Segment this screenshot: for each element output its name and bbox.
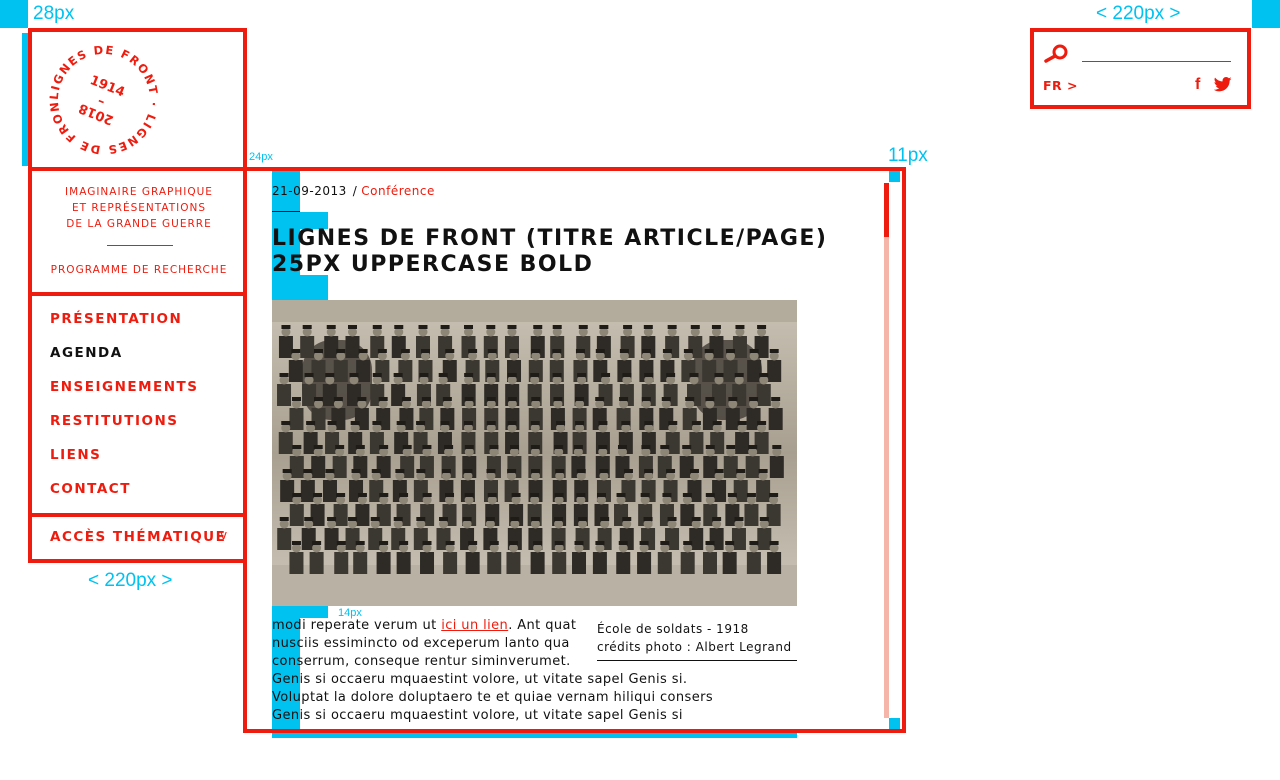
body-text-1a: modi reperate verum ut: [272, 618, 442, 633]
caption-underline: [597, 660, 797, 661]
body-line-6: Genis si occaeru mquaestint volore, ut v…: [272, 708, 683, 723]
search-input[interactable]: [1082, 61, 1231, 62]
nav-item-liens[interactable]: LIENS: [50, 447, 101, 463]
program-label: PROGRAMME DE RECHERCHE: [50, 264, 228, 276]
tagline-line3: DE LA GRANDE GUERRE: [66, 218, 212, 230]
soldiers-photo: [272, 300, 797, 606]
article-date: 21-09-2013: [272, 184, 347, 198]
tagline-line2: ET REPRÉSENTATIONS: [72, 202, 206, 214]
article-title-line2: 25PX UPPERCASE BOLD: [272, 252, 594, 277]
facebook-icon[interactable]: f: [1195, 76, 1200, 94]
annotation-right-panel-width: < 220px >: [1096, 3, 1181, 24]
search-box: [1030, 28, 1251, 109]
site-logo[interactable]: LIGNES DE FRONT · LIGNES DE FRONT · 1914…: [44, 40, 164, 160]
caption-line2: crédits photo : Albert Legrand: [597, 640, 792, 654]
tagline: IMAGINAIRE GRAPHIQUE ET REPRÉSENTATIONS …: [36, 184, 242, 232]
article-meta: 21-09-2013 /Conférence: [272, 184, 435, 198]
annotation-scroll-gap: 11px: [888, 145, 928, 166]
body-line-4: Genis si occaeru mquaestint volore, ut v…: [272, 672, 688, 687]
nav-item-presentation[interactable]: PRÉSENTATION: [50, 311, 182, 327]
photo-caption: École de soldats - 1918 crédits photo : …: [597, 620, 797, 656]
twitter-icon[interactable]: [1213, 77, 1232, 96]
body-line-2: nusciis essimincto od exceperum lanto qu…: [272, 636, 570, 651]
body-line-3: conserrum, conseque rentur siminverumet.: [272, 654, 571, 669]
annotation-left-panel-width: < 220px >: [88, 570, 173, 591]
logo-year-start: 1914: [88, 73, 127, 100]
thematic-access-dropdown[interactable]: ACCÈS THÉMATIQUE: [50, 529, 226, 545]
search-icon[interactable]: [1044, 44, 1070, 68]
tagline-divider: [107, 245, 173, 246]
body-line-5: Voluptat la dolore doluptaero te et quia…: [272, 690, 714, 705]
article-title-line1: LIGNES DE FRONT (TITRE ARTICLE/PAGE): [272, 226, 828, 251]
article-photo: [272, 300, 797, 606]
nav-item-contact[interactable]: CONTACT: [50, 481, 131, 497]
guide-top-left: [0, 0, 28, 28]
annotation-outer-margin: 28px: [33, 3, 75, 24]
scrollbar-thumb[interactable]: [884, 183, 889, 237]
meta-separator: /: [352, 184, 358, 198]
article-category-link[interactable]: Conférence: [361, 184, 435, 198]
body-text-1b: . Ant quat: [508, 618, 577, 633]
meta-underline: [272, 211, 300, 212]
article-title: LIGNES DE FRONT (TITRE ARTICLE/PAGE) 25P…: [272, 226, 832, 278]
nav-item-enseignements[interactable]: ENSEIGNEMENTS: [50, 379, 198, 395]
tagline-line1: IMAGINAIRE GRAPHIQUE: [65, 186, 213, 198]
nav-item-restitutions[interactable]: RESTITUTIONS: [50, 413, 178, 429]
nav-item-agenda[interactable]: AGENDA: [50, 345, 123, 361]
logo-seal: LIGNES DE FRONT · LIGNES DE FRONT · 1914…: [44, 40, 159, 157]
body-line-1: modi reperate verum ut ici un lien. Ant …: [272, 618, 576, 633]
annotation-content-gap: 24px: [249, 151, 273, 163]
caption-line1: École de soldats - 1918: [597, 622, 749, 636]
guide-top-right: [1252, 0, 1280, 28]
scrollbar-track[interactable]: [884, 183, 889, 718]
language-switch[interactable]: FR >: [1043, 78, 1078, 93]
chevron-down-icon[interactable]: v: [220, 528, 227, 542]
inline-link[interactable]: ici un lien: [441, 618, 508, 633]
